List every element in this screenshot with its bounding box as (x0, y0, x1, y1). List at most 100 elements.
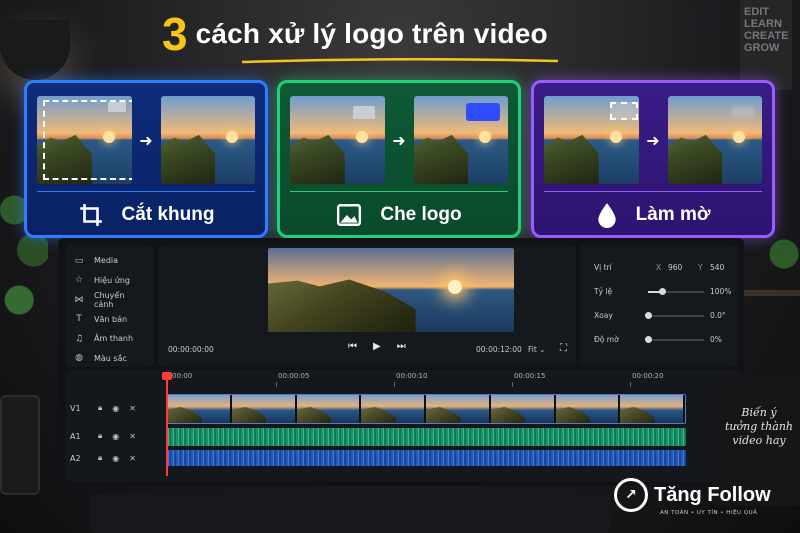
track-name: A1 (70, 431, 81, 441)
card-label-row: Làm mờ (544, 192, 762, 238)
timeline: 00:00 00:00:05 00:00:10 00:00:15 00:00:2… (66, 370, 740, 482)
background-lamp (0, 20, 70, 80)
fit-select[interactable]: Fit ⌄ (528, 345, 545, 354)
timecode-current: 00:00:00:00 (168, 345, 214, 354)
mute-icon[interactable]: ✕ (129, 432, 136, 441)
audio-clip-a2[interactable] (166, 450, 686, 466)
playback-controls: ⏮ ▶ ⏭ (348, 341, 406, 352)
card-label: Làm mờ (635, 204, 711, 225)
slider-knob[interactable] (645, 312, 652, 319)
preview-sun (447, 279, 462, 294)
lock-icon[interactable]: 🔒︎ (98, 453, 102, 463)
card-label-row: Che logo (290, 192, 508, 238)
preview-cliff (268, 279, 416, 332)
eye-icon[interactable]: ◉ (112, 432, 119, 441)
lock-icon[interactable]: 🔒︎ (98, 431, 102, 441)
slider-knob[interactable] (659, 288, 666, 295)
arrow-right-icon: ➜ (392, 130, 406, 150)
prop-value: 100% (710, 287, 732, 296)
editor-sidebar: ▭ Media ☆ Hiệu ứng ⋈ Chuyển cảnh T Văn b… (66, 245, 154, 367)
preview-video[interactable] (268, 248, 514, 332)
star-icon: ☆ (74, 275, 84, 286)
logo-blurred (732, 106, 755, 118)
text-icon: T (76, 314, 82, 325)
background-poster: EDIT LEARN CREATE GROW (740, 0, 792, 90)
transition-icon: ⋈ (74, 294, 84, 305)
properties-panel: Vị trí X 960 Y 540 Tỷ lệ 100% Xoay 0.0° … (580, 245, 738, 367)
fullscreen-icon[interactable]: ⛶ (560, 343, 567, 354)
background-camera (0, 395, 40, 495)
prop-x-label: X (656, 263, 662, 272)
crop-frame (43, 100, 132, 180)
sidebar-item-label: Media (94, 256, 119, 266)
title-number: 3 (162, 8, 188, 60)
scale-slider[interactable] (648, 288, 704, 295)
prop-rotate: Xoay 0.0° (590, 303, 728, 327)
sidebar-item-media[interactable]: ▭ Media (74, 251, 146, 271)
eye-icon[interactable]: ◉ (112, 454, 119, 463)
poster-word: LEARN (744, 18, 782, 30)
poster-word: EDIT (744, 6, 770, 18)
slider-knob[interactable] (645, 336, 652, 343)
music-icon: ♫ (74, 333, 84, 344)
card-thumbs: ➜ (544, 95, 763, 185)
skip-back-icon[interactable]: ⏮ (348, 341, 357, 352)
thumb-after (413, 96, 509, 184)
prop-y-input[interactable]: 540 (710, 263, 724, 272)
timeline-ruler: 00:00 00:00:05 00:00:10 00:00:15 00:00:2… (166, 372, 736, 387)
card-blur[interactable]: ➜ Làm mờ (531, 80, 775, 238)
mute-icon[interactable]: ✕ (129, 454, 136, 463)
lock-icon[interactable]: 🔒︎ (98, 403, 102, 413)
playhead[interactable] (162, 372, 172, 476)
prop-label: Tỷ lệ (594, 287, 613, 296)
preview-panel: 00:00:00:00 ⏮ ▶ ⏭ 00:00:12:00 Fit ⌄ ⛶ (158, 245, 576, 367)
sidebar-item-color[interactable]: ◍ Màu sắc (74, 349, 146, 369)
sidebar-item-audio[interactable]: ♫ Âm thanh (74, 329, 146, 349)
audio-clip-a1[interactable] (166, 428, 686, 446)
opacity-slider[interactable] (645, 336, 704, 343)
video-clip[interactable] (166, 394, 686, 424)
prop-opacity: Độ mờ 0% (590, 327, 728, 351)
sidebar-item-effects[interactable]: ☆ Hiệu ứng (74, 271, 146, 291)
poster-word: CREATE (744, 30, 789, 42)
play-icon[interactable]: ▶ (373, 341, 381, 352)
card-label: Che logo (380, 204, 462, 225)
arrow-right-icon: ➜ (139, 130, 153, 150)
card-label: Cắt khung (121, 204, 215, 225)
prop-label: Vị trí (594, 263, 612, 272)
sidebar-item-text[interactable]: T Văn bản (74, 310, 146, 330)
eye-icon[interactable]: ◉ (112, 404, 119, 413)
thumb-after (667, 96, 763, 184)
sidebar-item-label: Màu sắc (94, 353, 127, 363)
mute-icon[interactable]: ✕ (129, 404, 136, 413)
track-name: A2 (70, 453, 81, 463)
background-plant-right (760, 230, 800, 290)
timecode-total: 00:00:12:00 (476, 345, 522, 354)
card-cover[interactable]: ➜ Che logo (277, 80, 521, 238)
track-header-a2: A2 🔒︎ ◉ ✕ (70, 448, 160, 468)
prop-x-input[interactable]: 960 (668, 263, 682, 272)
brand-logo-icon: ↗ (614, 478, 648, 512)
title-text: cách xử lý logo trên video (195, 18, 548, 49)
brand-tagline: AN TOÀN • UY TÍN • HIỆU QUẢ (660, 510, 758, 516)
folder-icon: ▭ (74, 255, 84, 266)
prop-label: Độ mờ (594, 335, 619, 344)
keyboard (90, 494, 610, 533)
thumb-after (160, 96, 256, 184)
logo-selection (610, 102, 638, 120)
card-thumbs: ➜ (290, 95, 509, 185)
ruler-label: 00:00:10 (396, 372, 428, 380)
crop-icon (79, 204, 102, 226)
sidebar-item-label: Hiệu ứng (94, 275, 130, 285)
thumb-before (290, 96, 385, 184)
poster-word: GROW (744, 42, 780, 54)
sidebar-item-transitions[interactable]: ⋈ Chuyển cảnh (74, 290, 146, 310)
card-crop[interactable]: ➜ Cắt khung (24, 80, 268, 238)
prop-position: Vị trí X 960 Y 540 (590, 255, 728, 279)
thumb-before (544, 96, 639, 184)
fit-select-value: Fit (528, 345, 537, 354)
card-thumbs: ➜ (37, 95, 256, 185)
rotate-slider[interactable] (645, 312, 704, 319)
skip-forward-icon[interactable]: ⏭ (397, 341, 406, 352)
brand-name: Tăng Follow (654, 483, 771, 506)
